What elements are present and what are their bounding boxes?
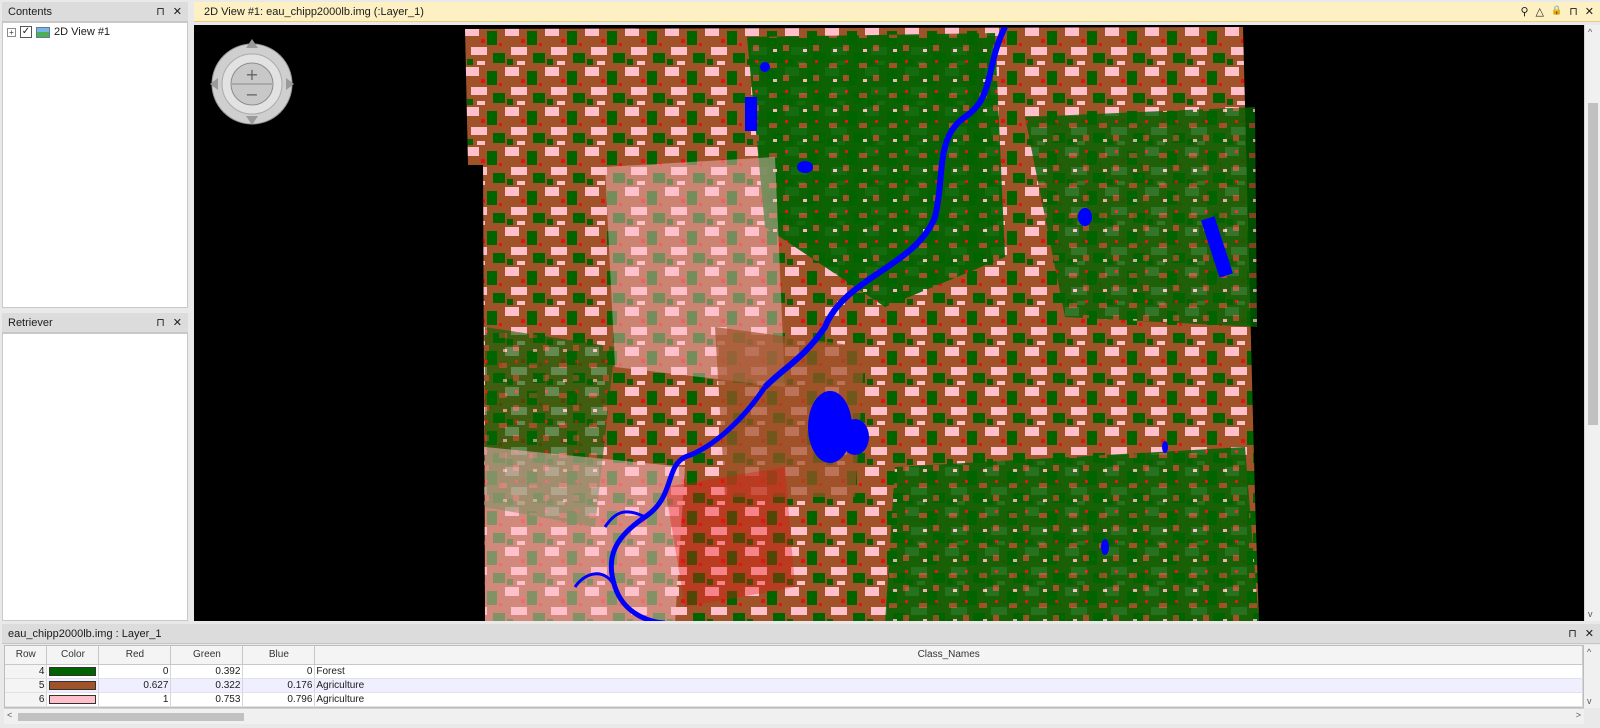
column-header-color[interactable]: Color xyxy=(46,646,100,665)
pin-icon[interactable]: ⊓ xyxy=(1568,627,1577,640)
scroll-left-icon[interactable]: < xyxy=(7,710,12,720)
column-header-red[interactable]: Red xyxy=(98,646,172,665)
close-icon[interactable]: ✕ xyxy=(173,5,182,18)
attribute-table-title: eau_chipp2000lb.img : Layer_1 xyxy=(8,627,162,640)
table-row[interactable]: 6 1 0.753 0.796 Agriculture xyxy=(5,692,1583,707)
map-viewport[interactable]: + − xyxy=(194,25,1584,621)
scroll-right-icon[interactable]: > xyxy=(1576,710,1581,720)
lock-icon[interactable]: 🔒 xyxy=(1551,5,1562,18)
attribute-table-header: eau_chipp2000lb.img : Layer_1 ⊓ ✕ xyxy=(2,624,1600,644)
close-icon[interactable]: ✕ xyxy=(173,316,182,329)
color-swatch[interactable] xyxy=(49,666,97,676)
close-icon[interactable]: ✕ xyxy=(1585,5,1594,18)
blue-cell[interactable]: 0.796 xyxy=(242,692,316,707)
color-cell[interactable] xyxy=(46,664,100,679)
pin-icon[interactable]: ⊓ xyxy=(156,316,165,329)
color-cell[interactable] xyxy=(46,692,100,707)
contents-panel-title: Contents xyxy=(8,5,53,18)
red-cell[interactable]: 0.627 xyxy=(98,678,172,693)
zoom-out-icon[interactable]: − xyxy=(245,85,258,104)
contents-panel-header: Contents ⊓ ✕ xyxy=(2,2,188,22)
pan-up-arrow-icon xyxy=(246,39,258,48)
green-cell[interactable]: 0.753 xyxy=(170,692,244,707)
blue-cell[interactable]: 0.176 xyxy=(242,678,316,693)
scroll-up-icon[interactable]: ^ xyxy=(1588,27,1592,37)
column-header-blue[interactable]: Blue xyxy=(242,646,316,665)
retriever-panel-title: Retriever xyxy=(8,316,53,329)
column-header-green[interactable]: Green xyxy=(170,646,244,665)
table-vertical-scrollbar[interactable]: ^ v xyxy=(1584,645,1600,708)
table-row[interactable]: 4 0 0.392 0 Forest xyxy=(5,664,1583,679)
close-icon[interactable]: ✕ xyxy=(1585,627,1594,640)
color-swatch[interactable] xyxy=(49,680,97,690)
color-swatch[interactable] xyxy=(49,694,97,704)
class-name-cell[interactable]: Agriculture xyxy=(314,678,1583,693)
green-cell[interactable]: 0.322 xyxy=(170,678,244,693)
class-name-cell[interactable]: Forest xyxy=(314,664,1583,679)
row-number[interactable]: 6 xyxy=(5,692,48,707)
retriever-panel xyxy=(2,333,188,621)
attribute-table[interactable]: Row Color Red Green Blue Class_Names 4 0… xyxy=(4,645,1584,708)
row-number[interactable]: 5 xyxy=(5,678,48,693)
view-tab-header: 2D View #1: eau_chipp2000lb.img (:Layer_… xyxy=(194,2,1600,22)
retriever-panel-header: Retriever ⊓ ✕ xyxy=(2,313,188,333)
scroll-thumb[interactable] xyxy=(1588,103,1598,425)
navigation-widget[interactable]: + − xyxy=(209,37,295,127)
contents-panel: + ✓ 2D View #1 xyxy=(2,22,188,308)
link-icon[interactable]: ⚲ xyxy=(1520,5,1528,18)
column-header-row[interactable]: Row xyxy=(5,646,48,665)
table-row[interactable]: 5 0.627 0.322 0.176 Agriculture xyxy=(5,678,1583,693)
tree-item-label[interactable]: 2D View #1 xyxy=(54,26,110,38)
classified-raster-image[interactable] xyxy=(465,27,1275,621)
pin-icon[interactable]: ⊓ xyxy=(1569,5,1578,18)
warning-icon[interactable]: △ xyxy=(1536,5,1544,18)
table-horizontal-scrollbar[interactable]: < > xyxy=(4,708,1584,724)
class-name-cell[interactable]: Agriculture xyxy=(314,692,1583,707)
red-cell[interactable]: 0 xyxy=(98,664,172,679)
red-cell[interactable]: 1 xyxy=(98,692,172,707)
column-header-class-names[interactable]: Class_Names xyxy=(314,646,1583,665)
view-vertical-scrollbar[interactable]: ^ v xyxy=(1584,25,1600,621)
2d-view-icon xyxy=(36,26,50,38)
row-number[interactable]: 4 xyxy=(5,664,48,679)
color-cell[interactable] xyxy=(46,678,100,693)
blue-cell[interactable]: 0 xyxy=(242,664,316,679)
scroll-down-icon[interactable]: v xyxy=(1587,696,1592,706)
pin-icon[interactable]: ⊓ xyxy=(156,5,165,18)
expand-icon[interactable]: + xyxy=(7,27,16,37)
scroll-down-icon[interactable]: v xyxy=(1588,609,1593,619)
scroll-thumb[interactable] xyxy=(18,713,244,721)
tree-item-2d-view[interactable]: + ✓ 2D View #1 xyxy=(7,26,110,38)
green-cell[interactable]: 0.392 xyxy=(170,664,244,679)
view-title: 2D View #1: eau_chipp2000lb.img (:Layer_… xyxy=(204,5,424,18)
visibility-checkbox[interactable]: ✓ xyxy=(20,26,32,38)
zoom-in-icon[interactable]: + xyxy=(245,65,258,84)
scroll-up-icon[interactable]: ^ xyxy=(1587,647,1591,657)
